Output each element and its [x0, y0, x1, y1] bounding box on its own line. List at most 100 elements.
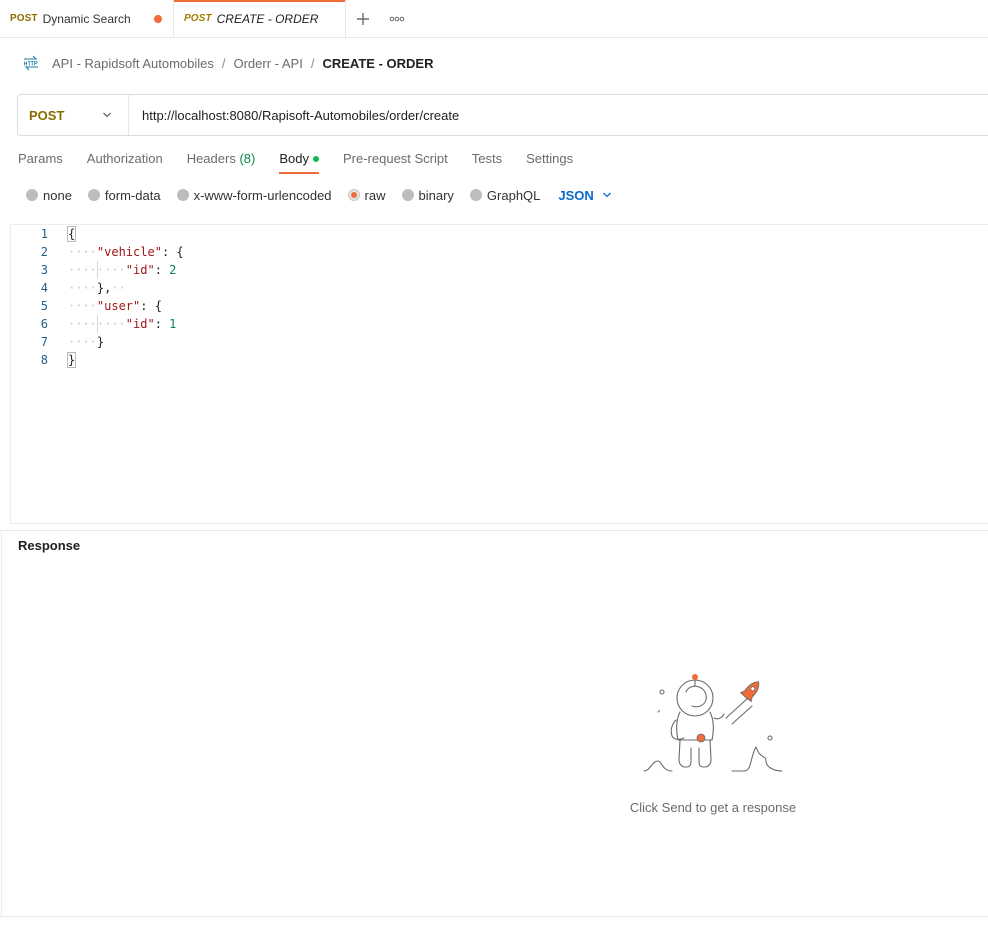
radio-none[interactable]: none: [26, 188, 72, 203]
whitespace-marker: ········: [68, 317, 126, 331]
code-text: }: [66, 351, 77, 369]
tab-tests[interactable]: Tests: [472, 150, 502, 174]
radio-circle-icon: [469, 189, 482, 201]
whitespace-marker: ····: [68, 335, 97, 349]
json-punct: },: [96, 281, 112, 295]
whitespace-marker: ········: [68, 263, 126, 277]
url-input[interactable]: http://localhost:8080/Rapisoft-Automobil…: [129, 108, 988, 123]
response-divider[interactable]: [0, 530, 988, 531]
body-indicator-icon: [312, 155, 319, 162]
radio-circle-icon: [401, 189, 414, 201]
response-empty-hint: Click Send to get a response: [629, 800, 797, 815]
tab-params-label: Params: [18, 151, 63, 166]
tab-method: POST: [184, 13, 212, 24]
code-text: ····"user": {: [68, 297, 162, 315]
json-number: 2: [169, 263, 177, 277]
tab-settings[interactable]: Settings: [526, 150, 573, 174]
tab-dynamic-search[interactable]: POST Dynamic Search: [0, 0, 174, 37]
line-number: 4: [40, 281, 48, 295]
code-line: 5 ····"user": {: [11, 297, 988, 315]
code-text: ····"vehicle": {: [68, 243, 184, 261]
json-punct: :: [154, 317, 170, 331]
json-key: "id": [125, 263, 155, 277]
code-line: 3 ········"id": 2: [11, 261, 988, 279]
radio-label: x-www-form-urlencoded: [193, 187, 332, 203]
json-punct: :: [154, 263, 170, 277]
radio-label: GraphQL: [486, 187, 541, 203]
tab-authorization-label: Authorization: [86, 151, 163, 166]
tab-method: POST: [10, 13, 38, 24]
radio-binary[interactable]: binary: [401, 188, 454, 203]
close-brace: }: [66, 352, 77, 368]
more-tabs-button[interactable]: [380, 0, 414, 37]
line-number: 7: [40, 335, 48, 349]
unsaved-dot-icon: [154, 15, 162, 23]
format-value: JSON: [558, 187, 594, 203]
json-punct: : {: [161, 245, 184, 259]
url-bar: POST http://localhost:8080/Rapisoft-Auto…: [17, 94, 988, 136]
radio-circle-icon: [87, 189, 100, 201]
radio-form-data[interactable]: form-data: [87, 187, 161, 203]
code-line: 6 ········"id": 1: [11, 315, 988, 333]
whitespace-marker: ····: [68, 281, 97, 295]
radio-circle-icon: [176, 189, 189, 201]
radio-selected-icon: [347, 189, 360, 201]
breadcrumb-separator: /: [221, 55, 226, 71]
body-editor[interactable]: 1 { 2 ····"vehicle": { 3 ········"id": 2…: [10, 224, 988, 524]
radio-urlencoded[interactable]: x-www-form-urlencoded: [176, 187, 332, 203]
more-icon: [389, 16, 405, 21]
whitespace-marker: ····: [68, 299, 97, 313]
line-number: 3: [40, 263, 48, 277]
format-select[interactable]: JSON: [558, 188, 611, 203]
code-line: 8 }: [11, 351, 988, 369]
line-number: 8: [40, 353, 48, 367]
code-text: ····},··: [68, 279, 126, 297]
breadcrumb-separator: /: [310, 55, 315, 71]
tab-body[interactable]: Body: [279, 150, 319, 174]
tab-label: CREATE - ORDER: [216, 11, 319, 26]
whitespace-marker: ··: [111, 281, 126, 295]
tab-settings-label: Settings: [526, 151, 574, 166]
tab-authorization[interactable]: Authorization: [87, 150, 163, 174]
code-line: 1 {: [11, 225, 988, 243]
tab-prerequest-script[interactable]: Pre-request Script: [343, 150, 448, 174]
open-brace: {: [66, 226, 77, 242]
tab-headers[interactable]: Headers (8): [187, 150, 256, 174]
method-select[interactable]: POST: [18, 95, 129, 135]
code-line: 4 ····},··: [11, 279, 988, 297]
json-key: "user": [96, 299, 141, 313]
code-text: ····}: [68, 333, 104, 351]
method-value: POST: [29, 107, 65, 123]
tab-create-order[interactable]: POST CREATE - ORDER: [174, 0, 346, 37]
code-text: ········"id": 2: [68, 261, 176, 279]
http-icon: [23, 55, 39, 71]
line-number: 6: [40, 317, 48, 331]
line-number: 5: [40, 299, 48, 313]
tab-params[interactable]: Params: [18, 150, 63, 174]
code-text: {: [66, 225, 77, 243]
radio-label: form-data: [104, 187, 161, 203]
breadcrumb-folder[interactable]: Orderr - API: [233, 56, 302, 71]
request-tabs: Params Authorization Headers (8) Body Pr…: [18, 150, 597, 174]
tab-headers-label: Headers: [186, 151, 236, 166]
json-key: "id": [125, 317, 155, 331]
radio-graphql[interactable]: GraphQL: [469, 187, 541, 203]
tab-tests-label: Tests: [471, 151, 503, 166]
radio-label: raw: [364, 187, 386, 203]
radio-circle-icon: [26, 189, 38, 201]
code-line: 7 ····}: [11, 333, 988, 351]
code-line: 2 ····"vehicle": {: [11, 243, 988, 261]
breadcrumb-current[interactable]: CREATE - ORDER: [322, 56, 433, 71]
radio-raw[interactable]: raw: [347, 187, 386, 203]
tab-label: Dynamic Search: [42, 11, 131, 26]
json-key: "vehicle": [96, 245, 162, 259]
chevron-down-icon: [103, 112, 111, 118]
new-tab-button[interactable]: [346, 0, 380, 37]
breadcrumb-collection[interactable]: API - Rapidsoft Automobiles: [52, 56, 214, 71]
line-number: 1: [40, 227, 48, 241]
plus-icon: [357, 12, 369, 25]
tab-prerequest-label: Pre-request Script: [342, 151, 448, 166]
chevron-down-icon: [602, 192, 611, 198]
breadcrumb: API - Rapidsoft Automobiles / Orderr - A…: [22, 53, 433, 73]
json-punct: : {: [140, 299, 162, 313]
